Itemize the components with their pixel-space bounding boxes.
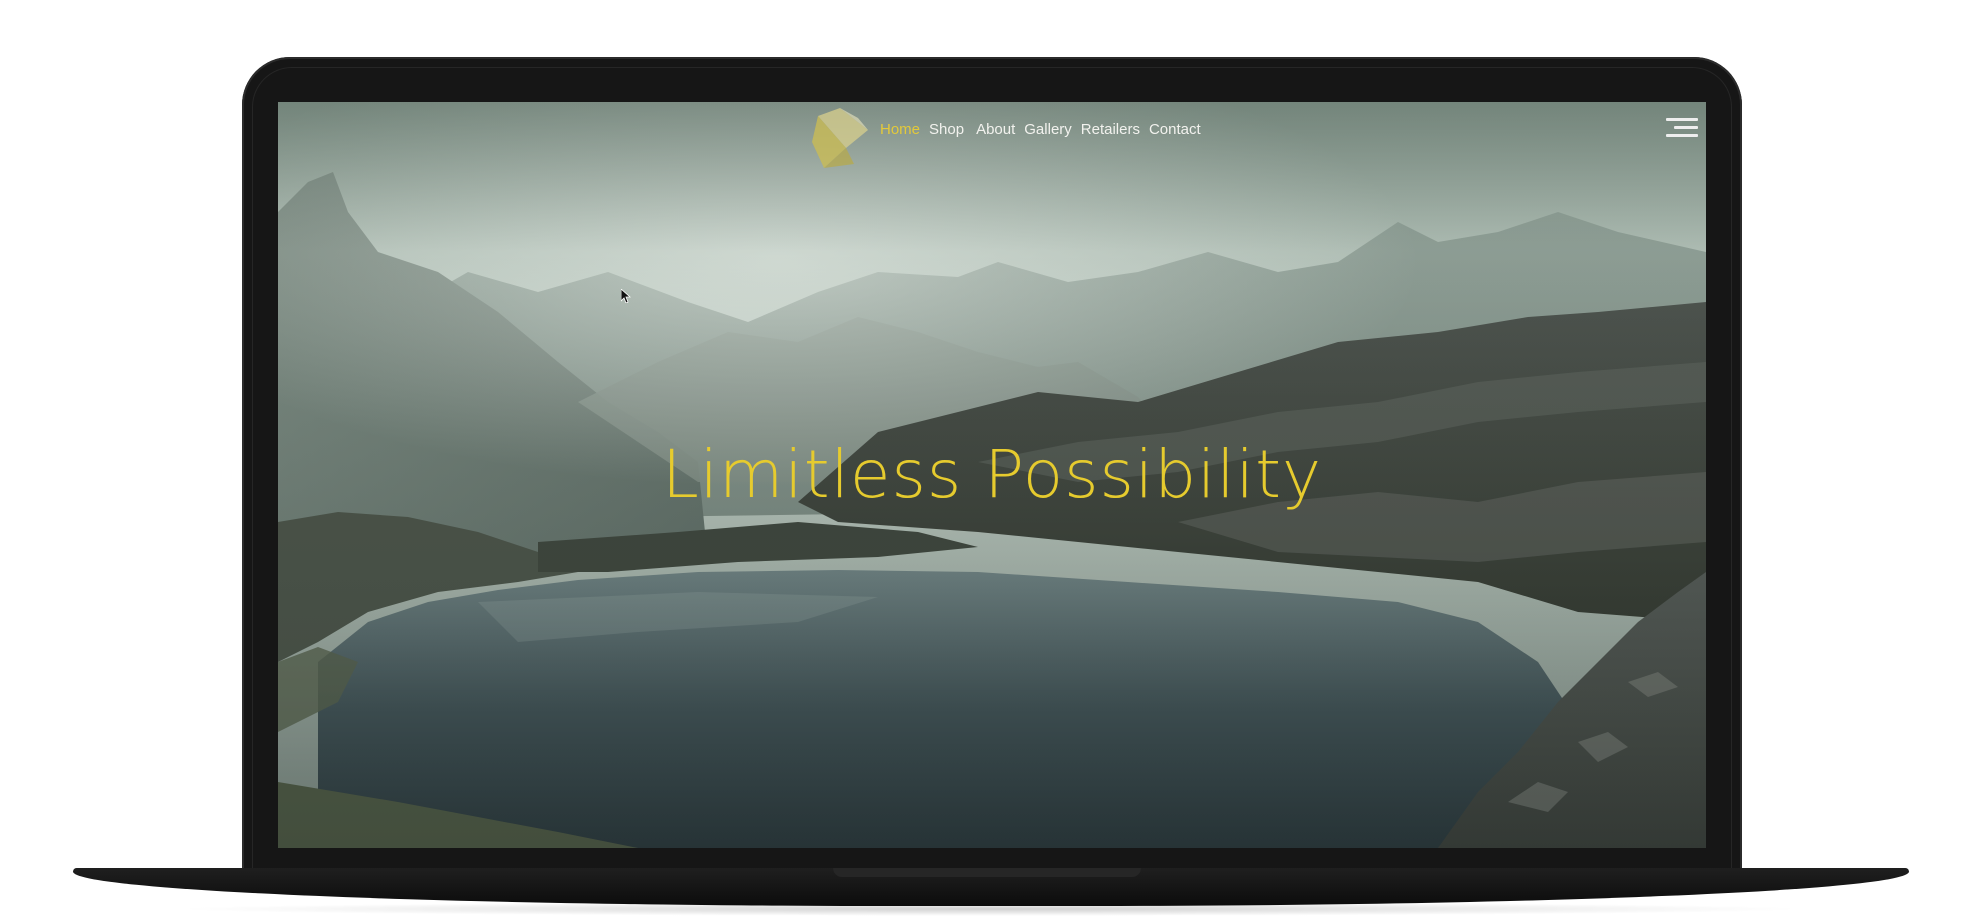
nav-home-link[interactable]: Home bbox=[880, 121, 920, 138]
website-screen: Home Shop About Gallery Retailers Contac… bbox=[278, 102, 1706, 848]
hero-title: Limitless Possibility bbox=[661, 436, 1323, 513]
gold-crystal-logo-icon[interactable] bbox=[810, 106, 872, 170]
hamburger-menu-icon[interactable] bbox=[1666, 116, 1698, 140]
mouse-cursor-icon bbox=[621, 289, 631, 303]
nav-about-link[interactable]: About bbox=[976, 121, 1015, 138]
laptop-notch bbox=[833, 868, 1141, 877]
nav-contact-link[interactable]: Contact bbox=[1149, 121, 1201, 138]
device-mockup: Home Shop About Gallery Retailers Contac… bbox=[0, 0, 1982, 920]
nav-gallery-link[interactable]: Gallery bbox=[1024, 121, 1072, 138]
nav-shop-link[interactable]: Shop bbox=[929, 121, 964, 138]
nav-retailers-link[interactable]: Retailers bbox=[1081, 121, 1140, 138]
main-navigation: Home Shop About Gallery Retailers Contac… bbox=[880, 121, 1210, 138]
